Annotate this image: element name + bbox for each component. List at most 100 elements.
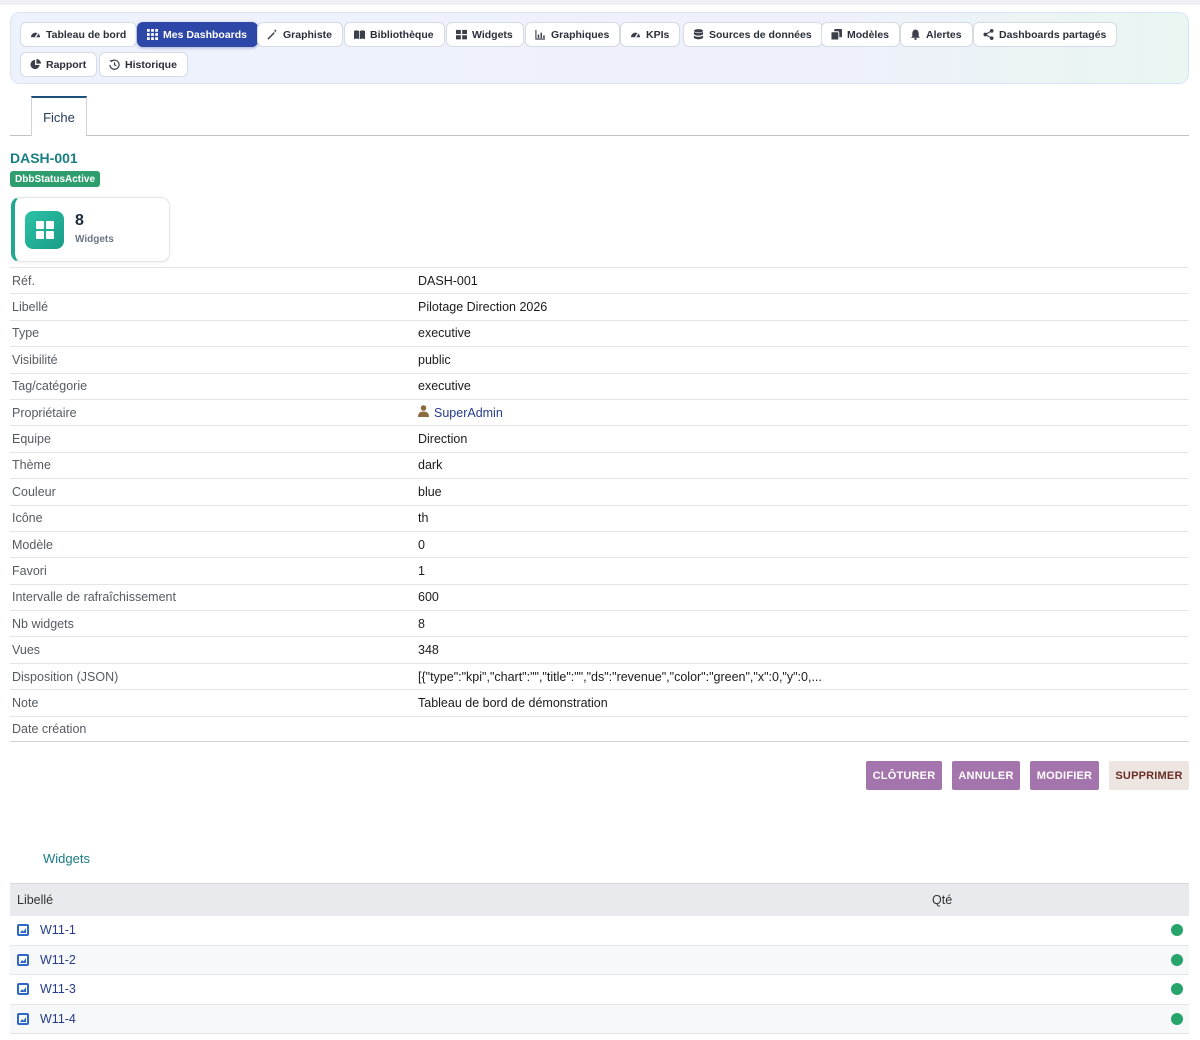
- field-label: Nb widgets: [12, 616, 74, 631]
- field-label: Favori: [12, 563, 47, 578]
- widget-link[interactable]: W11-2: [40, 953, 76, 967]
- table-header: Libellé Qté: [10, 883, 1189, 916]
- widget-link[interactable]: W11-1: [40, 923, 76, 937]
- field-value: Tableau de bord de démonstration: [418, 695, 608, 710]
- field-label: Visibilité: [12, 352, 58, 367]
- main-nav: Tableau de bord Mes Dashboards Graphiste…: [10, 12, 1189, 84]
- widget-link[interactable]: W11-3: [40, 982, 76, 996]
- widgets-section-title: Widgets: [43, 851, 90, 866]
- field-label: Icône: [12, 511, 43, 526]
- widgets-icon: [456, 29, 467, 40]
- top-strip: [0, 0, 1200, 5]
- field-row-visibilite: Visibilité public: [10, 346, 1189, 372]
- nav-label: Rapport: [46, 58, 87, 71]
- status-dot: [1171, 924, 1183, 937]
- status-dot: [1171, 1013, 1183, 1026]
- history-icon: [109, 59, 120, 70]
- field-label: Propriétaire: [12, 405, 77, 420]
- field-row-ref: Réf. DASH-001: [10, 267, 1189, 293]
- column-header-label[interactable]: Libellé: [10, 893, 932, 907]
- cancel-button[interactable]: ANNULER: [952, 761, 1020, 790]
- book-icon: [354, 29, 365, 40]
- widget-link[interactable]: W11-4: [40, 1012, 76, 1026]
- status-dot: [1171, 983, 1183, 996]
- database-icon: [693, 29, 704, 40]
- grid-icon: [147, 29, 158, 40]
- field-value: Direction: [418, 432, 468, 447]
- tab-fiche[interactable]: Fiche: [31, 96, 87, 136]
- widgets-stat-card[interactable]: 8 Widgets: [11, 197, 170, 262]
- field-label: Réf.: [12, 273, 35, 288]
- nav-label: KPIs: [646, 28, 670, 41]
- nav-graphiste[interactable]: Graphiste: [257, 22, 344, 47]
- record-ref-title: DASH-001: [10, 150, 78, 166]
- nav-dashboards-partages[interactable]: Dashboards partagés: [973, 22, 1118, 47]
- nav-sources-de-donnees[interactable]: Sources de données: [683, 22, 823, 47]
- nav-bibliotheque[interactable]: Bibliothèque: [344, 22, 445, 47]
- nav-widgets[interactable]: Widgets: [446, 22, 524, 47]
- chart-image-icon: [17, 924, 29, 937]
- bar-chart-icon: [535, 29, 546, 40]
- field-row-theme: Thème dark: [10, 451, 1189, 478]
- nav-alertes[interactable]: Alertes: [900, 22, 973, 47]
- table-row: W11-1: [10, 916, 1189, 946]
- field-row-libelle: Libellé Pilotage Direction 2026: [10, 293, 1189, 319]
- nav-graphiques[interactable]: Graphiques: [525, 22, 621, 47]
- field-row-date-creation: Date création: [10, 715, 1189, 743]
- tab-label: Fiche: [43, 109, 75, 125]
- owner-link[interactable]: SuperAdmin: [418, 405, 503, 420]
- nav-label: Widgets: [472, 28, 513, 41]
- nav-label: Tableau de bord: [46, 28, 127, 41]
- nav-label: Modèles: [847, 28, 890, 41]
- field-label: Tag/catégorie: [12, 379, 88, 394]
- nav-label: Historique: [125, 58, 177, 71]
- field-row-modele: Modèle 0: [10, 530, 1189, 557]
- field-label: Vues: [12, 643, 41, 658]
- nav-label: Alertes: [926, 28, 962, 41]
- field-label: Intervalle de rafraîchissement: [12, 590, 176, 605]
- field-label: Equipe: [12, 432, 51, 447]
- column-header-qty[interactable]: Qté: [932, 893, 952, 907]
- tab-bar-line: [10, 135, 1189, 136]
- nav-modeles[interactable]: Modèles: [821, 22, 901, 47]
- table-row: W11-3: [10, 975, 1189, 1005]
- field-label: Thème: [12, 458, 51, 473]
- gauge-icon: [630, 29, 641, 40]
- field-label: Disposition (JSON): [12, 669, 119, 684]
- field-row-nb-widgets: Nb widgets 8: [10, 610, 1189, 636]
- field-value: executive: [418, 379, 471, 394]
- field-value: executive: [418, 326, 471, 341]
- field-row-proprietaire: Propriétaire SuperAdmin: [10, 398, 1189, 425]
- chart-image-icon: [17, 983, 29, 996]
- close-button[interactable]: CLÔTURER: [866, 761, 942, 790]
- pie-chart-icon: [30, 59, 41, 70]
- field-row-vues: Vues 348: [10, 636, 1189, 662]
- field-row-tag: Tag/catégorie executive: [10, 372, 1189, 399]
- nav-tableau-de-bord[interactable]: Tableau de bord: [20, 22, 138, 47]
- chart-image-icon: [17, 1013, 29, 1026]
- modify-button[interactable]: MODIFIER: [1030, 761, 1099, 790]
- copy-icon: [831, 29, 842, 40]
- delete-button[interactable]: SUPPRIMER: [1109, 761, 1189, 790]
- nav-historique[interactable]: Historique: [99, 52, 188, 77]
- field-row-equipe: Equipe Direction: [10, 425, 1189, 451]
- field-row-favori: Favori 1: [10, 557, 1189, 583]
- widgets-icon: [25, 211, 64, 249]
- field-row-type: Type executive: [10, 319, 1189, 346]
- nav-mes-dashboards[interactable]: Mes Dashboards: [137, 22, 259, 47]
- table-row: W11-4: [10, 1004, 1189, 1035]
- bell-icon: [910, 29, 921, 40]
- field-label: Date création: [12, 721, 87, 736]
- field-value: [{"type":"kpi","chart":"","title":"","ds…: [418, 669, 822, 684]
- owner-name: SuperAdmin: [434, 405, 503, 420]
- field-value: blue: [418, 484, 442, 499]
- nav-rapport[interactable]: Rapport: [20, 52, 98, 77]
- widgets-table: Libellé Qté W11-1 W11-2 W11-3 W11-4: [10, 883, 1189, 1035]
- nav-kpis[interactable]: KPIs: [620, 22, 681, 47]
- nav-label: Mes Dashboards: [163, 28, 248, 41]
- chart-image-icon: [17, 953, 29, 966]
- field-value: DASH-001: [418, 273, 478, 288]
- table-body: W11-1 W11-2 W11-3 W11-4: [10, 916, 1189, 1035]
- gauge-icon: [30, 29, 41, 40]
- field-value: th: [418, 511, 429, 526]
